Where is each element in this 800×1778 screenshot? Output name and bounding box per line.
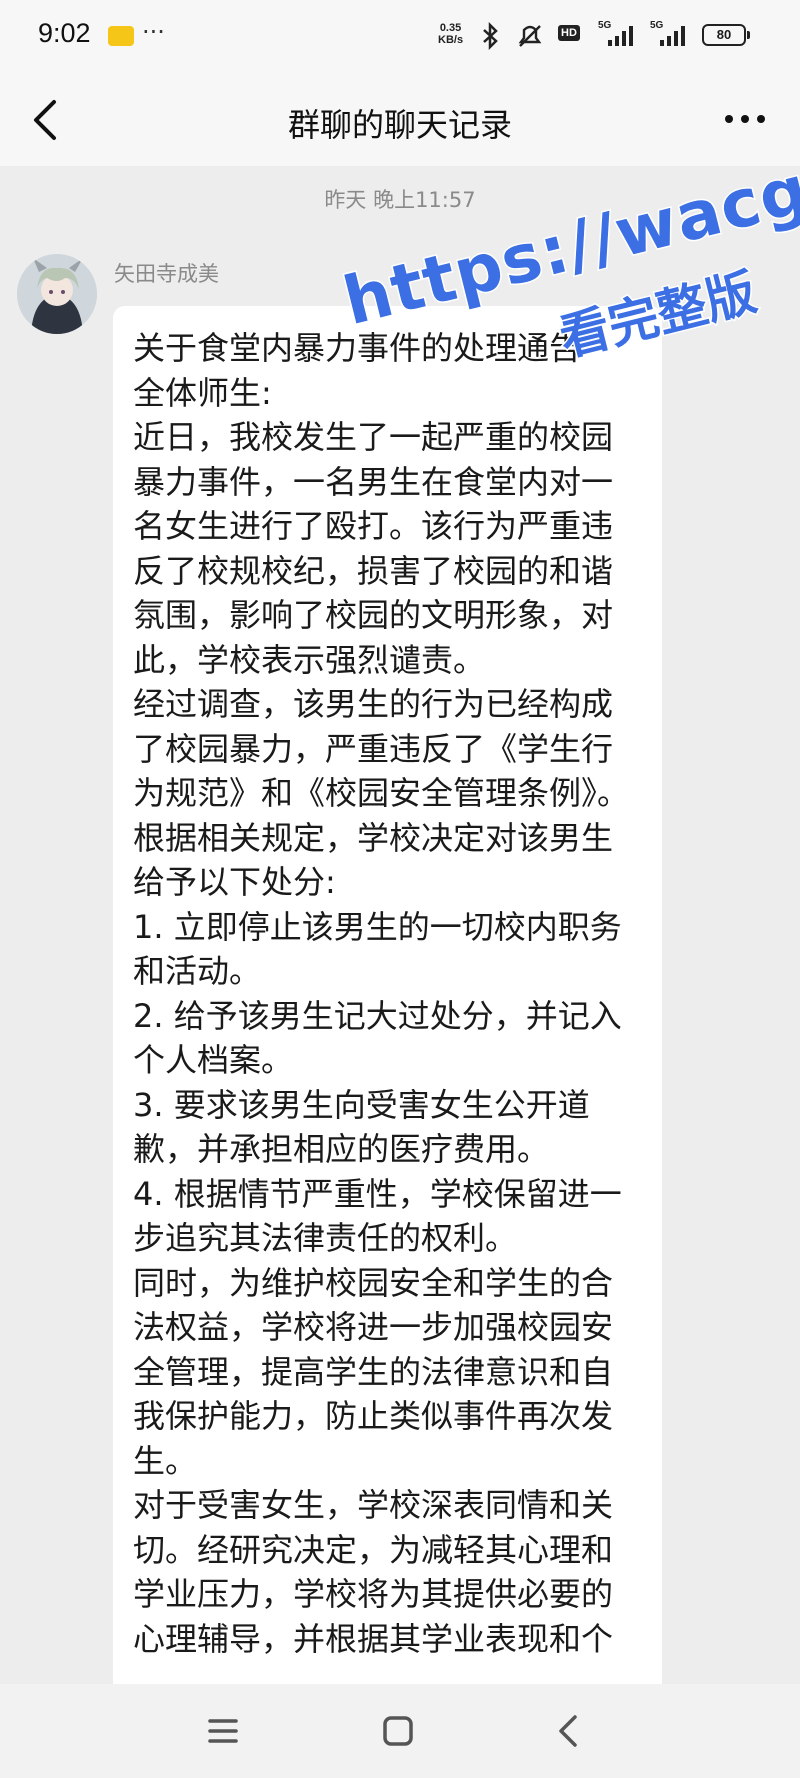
sender-avatar[interactable] — [17, 254, 97, 334]
sender-name: 矢田寺成美 — [114, 262, 219, 286]
message-paragraph: 2. 给予该男生记大过处分，并记入个人档案。 — [133, 996, 622, 1080]
battery-indicator: 80 — [702, 24, 750, 46]
page-title: 群聊的聊天记录 — [287, 106, 512, 144]
message-text: 关于食堂内暴力事件的处理通告 全体师生: 近日，我校发生了一起严重的校园暴力事件… — [113, 306, 662, 1661]
back-triangle-icon[interactable] — [545, 1706, 595, 1756]
message-paragraph: 4. 根据情节严重性，学校保留进一步追究其法律责任的权利。 — [133, 1174, 622, 1258]
more-notifications-indicator: ··· — [142, 18, 165, 46]
status-time: 9:02 — [38, 18, 91, 48]
message-paragraph: 全体师生: — [133, 373, 272, 412]
home-icon[interactable] — [373, 1706, 423, 1756]
menu-icon[interactable] — [198, 1706, 248, 1756]
message-paragraph: 3. 要求该男生向受害女生公开道歉，并承担相应的医疗费用。 — [133, 1085, 590, 1169]
message-paragraph: 1. 立即停止该男生的一切校内职务和活动。 — [133, 907, 622, 991]
network-speed: 0.35 KB/s — [438, 22, 463, 46]
message-paragraph: 近日，我校发生了一起严重的校园暴力事件，一名男生在食堂内对一名女生进行了殴打。该… — [133, 418, 614, 679]
signal-2-icon — [660, 26, 685, 46]
message-timestamp: 昨天 晚上11:57 — [324, 188, 476, 212]
top-nav-bar: 群聊的聊天记录 — [0, 74, 800, 166]
network-speed-unit: KB/s — [438, 34, 464, 46]
avatar-illustration-icon — [17, 254, 97, 334]
bluetooth-icon — [483, 22, 498, 50]
network-speed-value: 0.35 — [439, 22, 462, 34]
system-navigation-bar — [0, 1684, 800, 1778]
message-paragraph: 对于受害女生，学校深表同情和关切。经研究决定，为减轻其心理和学业压力，学校将为其… — [133, 1486, 614, 1658]
mute-vibrate-icon — [518, 25, 542, 47]
more-options-icon[interactable] — [720, 104, 770, 134]
signal-1-icon — [608, 26, 633, 46]
message-paragraph: 经过调查，该男生的行为已经构成了校园暴力，严重违反了《学生行为规范》和《校园安全… — [133, 685, 630, 901]
app-notification-icon — [108, 26, 134, 46]
message-bubble[interactable]: 关于食堂内暴力事件的处理通告 全体师生: 近日，我校发生了一起严重的校园暴力事件… — [113, 306, 662, 1726]
message-paragraph: 同时，为维护校园安全和学生的合法权益，学校将进一步加强校园安全管理，提高学生的法… — [133, 1263, 614, 1480]
message-paragraph: 关于食堂内暴力事件的处理通告 — [133, 329, 582, 367]
status-bar: 9:02 ··· 0.35 KB/s HD 5G 5G 80 — [0, 0, 800, 74]
hd-voice-badge: HD — [558, 25, 580, 41]
